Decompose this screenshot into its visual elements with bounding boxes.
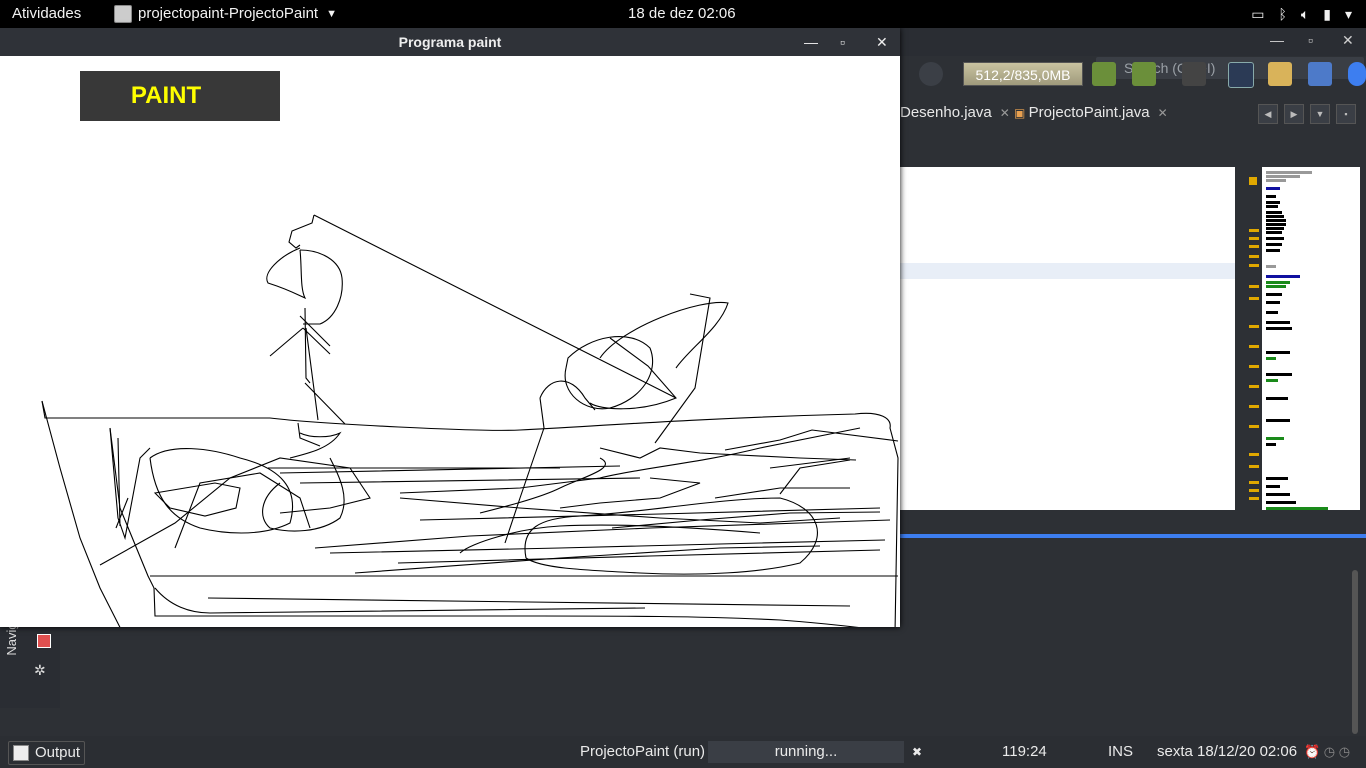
- cancel-run-icon[interactable]: ✖: [912, 736, 922, 768]
- caret-position: 119:24: [1002, 743, 1047, 760]
- tab-label: Desenho.java: [900, 104, 992, 121]
- stop-icon[interactable]: [37, 634, 51, 648]
- paint-titlebar[interactable]: Programa paint — ▫ ✕: [0, 28, 900, 56]
- chevron-down-icon[interactable]: ▾: [1345, 0, 1352, 28]
- status-datetime: sexta 18/12/20 02:06: [1157, 743, 1298, 760]
- minimap[interactable]: [1262, 167, 1360, 510]
- os-icon[interactable]: [1348, 62, 1366, 86]
- close-icon[interactable]: ✕: [876, 28, 888, 56]
- app-menu-label: projectopaint-ProjectoPaint: [138, 5, 319, 22]
- maximize-icon[interactable]: ▫: [840, 28, 845, 56]
- profiler-icon[interactable]: [919, 62, 943, 86]
- tab-next-icon[interactable]: ▶: [1284, 104, 1304, 124]
- volume-icon[interactable]: 🔈︎: [1301, 0, 1309, 28]
- run-progress-bar: [900, 534, 1366, 538]
- settings-icon[interactable]: ✲: [34, 662, 46, 679]
- paint-window-title: Programa paint: [398, 34, 502, 50]
- close-icon[interactable]: ✕: [1342, 32, 1354, 49]
- status-bar: Output ProjectoPaint (run) running... ✖ …: [0, 736, 1366, 768]
- battery-icon[interactable]: ▮: [1323, 0, 1331, 28]
- tab-projectopaint[interactable]: ▣ ProjectoPaint.java ✕: [1014, 104, 1168, 121]
- tab-desenho[interactable]: Desenho.java ✕: [900, 104, 1010, 121]
- tab-list-icon[interactable]: ▼: [1310, 104, 1330, 124]
- tab-prev-icon[interactable]: ◀: [1258, 104, 1278, 124]
- gc-icon[interactable]: [1092, 62, 1116, 86]
- code-editor[interactable]: [900, 167, 1235, 510]
- memory-indicator[interactable]: 512,2/835,0MB: [963, 62, 1083, 86]
- paint-window: Programa paint — ▫ ✕ PAINT: [0, 28, 900, 627]
- clock[interactable]: 18 de dez 02:06: [628, 0, 736, 28]
- output-scrollbar[interactable]: [1352, 570, 1358, 734]
- run-label: ProjectoPaint (run): [580, 743, 706, 760]
- top-bar: Atividades projectopaint-ProjectoPaint ▼…: [0, 0, 1366, 28]
- notification-icons[interactable]: ⏰ ◷ ◷: [1304, 736, 1350, 768]
- link-icon[interactable]: [1308, 62, 1332, 86]
- minimize-icon[interactable]: —: [1270, 32, 1284, 48]
- screen-icon[interactable]: ▭: [1251, 0, 1264, 28]
- gc2-icon[interactable]: [1132, 62, 1156, 86]
- output-button[interactable]: Output: [8, 741, 86, 765]
- paint-button-label: PAINT: [130, 82, 202, 109]
- java-file-icon: ▣: [1014, 106, 1029, 120]
- folder-icon[interactable]: [1268, 62, 1292, 86]
- error-stripe[interactable]: [1244, 167, 1262, 510]
- tab-navigation: ◀ ▶ ▼ ▪: [1258, 104, 1356, 124]
- minimize-icon[interactable]: —: [804, 28, 818, 56]
- close-icon[interactable]: ✕: [1158, 106, 1168, 120]
- drawing-canvas[interactable]: PAINT: [0, 56, 900, 627]
- terminal-icon[interactable]: [1228, 62, 1254, 88]
- output-label: Output: [35, 744, 81, 761]
- bluetooth-icon[interactable]: ᛒ: [1278, 0, 1286, 28]
- debug-icon[interactable]: [1182, 62, 1206, 86]
- output-icon: [13, 745, 29, 761]
- system-tray[interactable]: ▭ ᛒ 🔈︎ ▮ ▾: [1251, 0, 1352, 28]
- app-menu[interactable]: projectopaint-ProjectoPaint ▼: [114, 0, 337, 28]
- current-line-highlight: [900, 263, 1235, 279]
- insert-mode: INS: [1108, 743, 1134, 760]
- close-icon[interactable]: ✕: [1000, 106, 1010, 120]
- caret-down-icon: ▼: [326, 8, 337, 20]
- run-progress[interactable]: running...: [708, 741, 904, 763]
- activities-button[interactable]: Atividades: [12, 0, 81, 28]
- tab-restore-icon[interactable]: ▪: [1336, 104, 1356, 124]
- tab-label: ProjectoPaint.java: [1028, 104, 1150, 121]
- freehand-drawing: [41, 214, 899, 627]
- ide-titlebar: — ▫ ✕: [900, 28, 1366, 56]
- app-icon: [114, 5, 132, 23]
- maximize-icon[interactable]: ▫: [1308, 32, 1313, 48]
- paint-button[interactable]: PAINT: [80, 71, 280, 121]
